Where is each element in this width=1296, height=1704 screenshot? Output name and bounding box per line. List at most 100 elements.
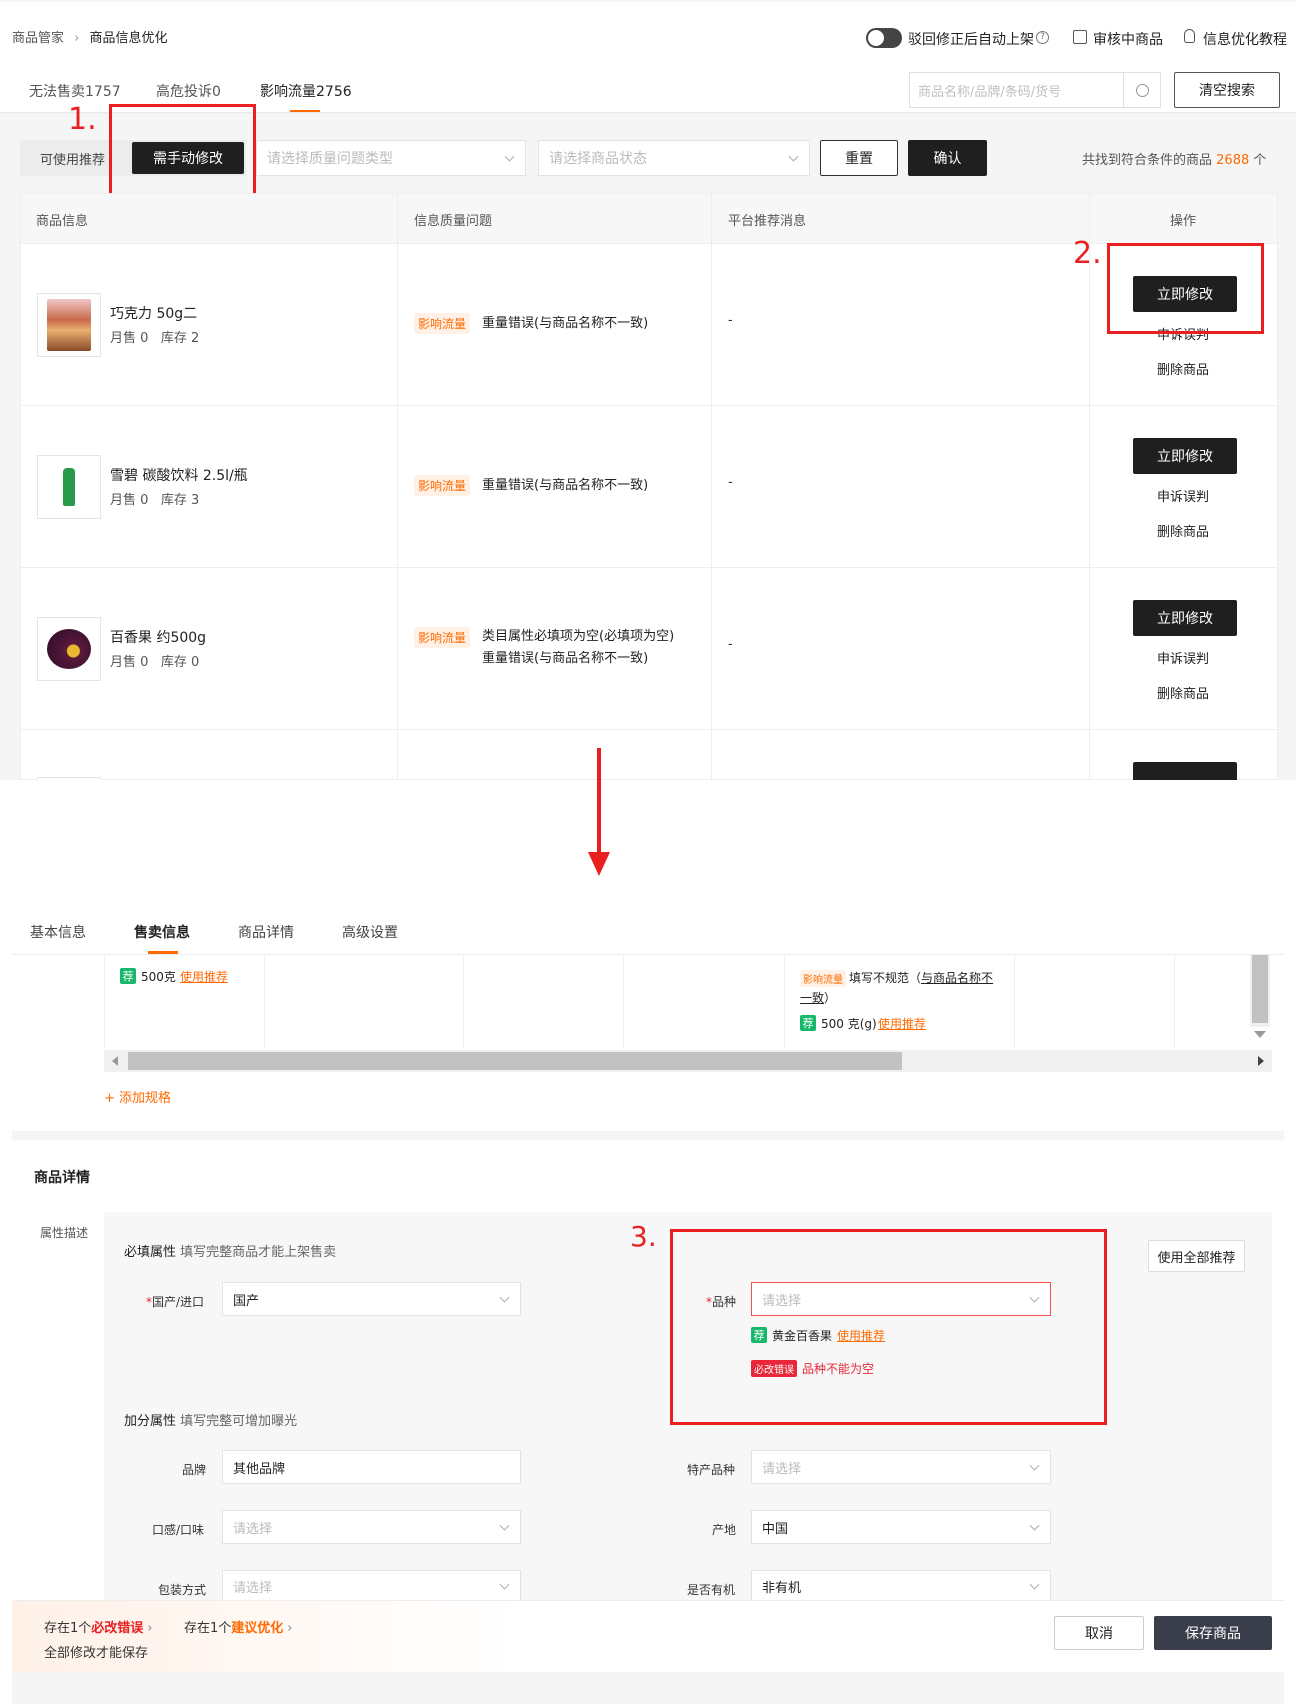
breadcrumb: 商品管家 › 商品信息优化: [12, 27, 168, 46]
highlight-box-2: [1107, 243, 1264, 334]
page-title: 商品信息优化: [89, 31, 168, 46]
appeal-link[interactable]: 申诉误判: [1157, 648, 1209, 667]
product-name[interactable]: 百香果 约500g: [110, 627, 206, 647]
highlight-box-1: [109, 104, 256, 198]
tutorial-link[interactable]: 信息优化教程: [1203, 29, 1287, 49]
chevron-down-icon: [788, 151, 799, 162]
scroll-right-icon[interactable]: [1258, 1056, 1264, 1066]
tab-unsellable[interactable]: 无法售卖1757: [29, 81, 121, 101]
brand-input[interactable]: 其他品牌: [222, 1450, 521, 1484]
row-divider: [21, 729, 1277, 730]
chevron-right-icon: ›: [74, 31, 80, 46]
error-prefix: 存在1个: [44, 1621, 92, 1636]
product-sales: 月售 0 库存 2: [110, 327, 199, 346]
taste-placeholder: 请选择: [233, 1521, 273, 1537]
product-image-chocolate[interactable]: [37, 293, 101, 357]
lightbulb-icon: [1184, 29, 1195, 43]
scroll-left-icon[interactable]: [112, 1056, 118, 1066]
delete-link[interactable]: 删除商品: [1157, 683, 1209, 702]
breadcrumb-root[interactable]: 商品管家: [12, 31, 64, 46]
stock-count: 库存 2: [160, 331, 200, 346]
product-image-passionfruit[interactable]: [37, 617, 101, 681]
add-spec-button[interactable]: + 添加规格: [104, 1087, 171, 1106]
step-3-label: 3.: [630, 1220, 657, 1253]
origin-select[interactable]: 国产: [222, 1282, 521, 1316]
chevron-down-icon: [1029, 1520, 1040, 1531]
tab-complaints[interactable]: 高危投诉0: [156, 81, 221, 101]
issue-type-select[interactable]: 请选择质量问题类型: [256, 140, 526, 176]
reset-button[interactable]: 重置: [820, 140, 898, 176]
warning-label: 填写不规范（: [849, 971, 922, 985]
issue-text: 重量错误(与商品名称不一致): [482, 651, 649, 666]
error-summary[interactable]: 存在1个必改错误 ›: [44, 1617, 153, 1636]
modify-now-button-partial[interactable]: [1133, 762, 1237, 780]
bonus-hint: 填写完整可增加曝光: [180, 1414, 298, 1429]
monthly-sales: 月售 0: [110, 493, 149, 508]
stock-count: 库存 3: [160, 493, 200, 508]
specialty-select[interactable]: 请选择: [751, 1450, 1051, 1484]
warning-link[interactable]: 一致: [800, 991, 824, 1005]
origin-place-select[interactable]: 中国: [751, 1510, 1051, 1544]
product-image-sprite[interactable]: [37, 455, 101, 519]
organic-value: 非有机: [762, 1580, 802, 1596]
required-hint: 填写完整商品才能上架售卖: [180, 1245, 337, 1260]
save-product-button[interactable]: 保存商品: [1154, 1616, 1272, 1650]
delete-link[interactable]: 删除商品: [1157, 359, 1209, 378]
horizontal-scrollbar[interactable]: [104, 1050, 1272, 1072]
toggle-label: 驳回修正后自动上架: [908, 32, 1034, 48]
editor-tabs: [12, 900, 1284, 955]
col-divider: [1174, 955, 1175, 1048]
brand-value: 其他品牌: [233, 1461, 286, 1477]
tab-basic-info[interactable]: 基本信息: [30, 922, 86, 942]
chevron-down-icon: [499, 1579, 510, 1590]
origin-place-label: 产地: [712, 1523, 737, 1537]
recommendation-text: -: [728, 637, 733, 652]
auto-list-toggle[interactable]: [866, 28, 902, 48]
chevron-down-icon: [1029, 1579, 1040, 1590]
use-recommend-link[interactable]: 使用推荐: [878, 1015, 926, 1032]
monthly-sales: 月售 0: [110, 655, 149, 670]
product-name[interactable]: 巧克力 50g二: [110, 303, 197, 323]
status-placeholder: 请选择商品状态: [549, 151, 647, 167]
editor-tab-indicator: [148, 951, 178, 954]
chevron-down-icon: [499, 1292, 510, 1303]
delete-link[interactable]: 删除商品: [1157, 521, 1209, 540]
status-select[interactable]: 请选择商品状态: [538, 140, 810, 176]
modify-now-button[interactable]: 立即修改: [1133, 438, 1237, 474]
tab-advanced[interactable]: 高级设置: [342, 922, 398, 942]
use-recommend-link[interactable]: 使用推荐: [180, 968, 228, 985]
vertical-scrollbar[interactable]: [1250, 955, 1270, 1038]
origin-place-value: 中国: [762, 1521, 789, 1537]
suggestion-summary[interactable]: 存在1个建议优化 ›: [184, 1617, 293, 1636]
search-button[interactable]: [1123, 72, 1161, 108]
taste-select[interactable]: 请选择: [222, 1510, 521, 1544]
tab-product-detail[interactable]: 商品详情: [238, 922, 294, 942]
packaging-placeholder: 请选择: [233, 1580, 273, 1596]
segment-recommend[interactable]: 可使用推荐: [40, 149, 105, 168]
tab-sales-info[interactable]: 售卖信息: [134, 922, 190, 942]
modify-now-button[interactable]: 立即修改: [1133, 600, 1237, 636]
help-icon[interactable]: ?: [1036, 31, 1049, 44]
review-link[interactable]: 审核中商品: [1093, 29, 1163, 49]
tab-traffic[interactable]: 影响流量2756: [260, 81, 352, 101]
use-all-recommend-button[interactable]: 使用全部推荐: [1148, 1240, 1245, 1272]
cancel-button[interactable]: 取消: [1054, 1616, 1144, 1650]
packaging-label: 包装方式: [158, 1583, 207, 1597]
scrollbar-thumb[interactable]: [128, 1052, 902, 1070]
chevron-right-icon: ›: [287, 1621, 293, 1636]
organic-select[interactable]: 非有机: [751, 1570, 1051, 1602]
packaging-select[interactable]: 请选择: [222, 1570, 521, 1602]
result-number: 2688: [1216, 153, 1250, 168]
header-product-info: 商品信息: [36, 214, 89, 229]
suggestion-word: 建议优化: [231, 1621, 284, 1636]
step-1-label: 1.: [68, 102, 97, 137]
warning-link[interactable]: 与商品名称不: [921, 971, 993, 985]
taste-label: 口感/口味: [152, 1523, 205, 1537]
appeal-link[interactable]: 申诉误判: [1157, 486, 1209, 505]
header-actions: 操作: [1170, 214, 1197, 229]
section-title: 商品详情: [34, 1170, 90, 1186]
clear-search-button[interactable]: 清空搜索: [1174, 72, 1280, 108]
confirm-button[interactable]: 确认: [908, 140, 987, 176]
issue-text: 重量错误(与商品名称不一致): [482, 316, 649, 331]
product-name[interactable]: 雪碧 碳酸饮料 2.5l/瓶: [110, 465, 248, 485]
